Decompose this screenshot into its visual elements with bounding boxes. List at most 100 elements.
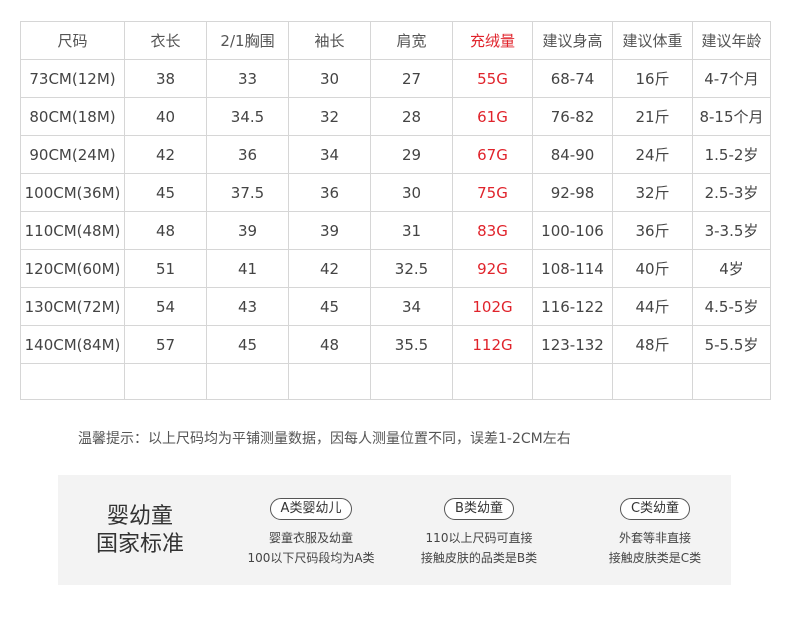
- table-cell: 38: [124, 59, 207, 98]
- table-cell: 84-90: [532, 135, 613, 174]
- table-row: 120CM(60M) 51 41 42 32.5 92G 108-114 40斤 4岁: [20, 249, 771, 288]
- standard-title-line1: 婴幼童: [106, 504, 173, 529]
- table-cell: 100CM(36M): [20, 173, 125, 212]
- national-standard-panel: 婴幼童 国家标准 A类婴幼儿 婴童衣服及幼童 100以下尺码段均为A类 B类幼童…: [58, 475, 731, 585]
- table-cell: 45: [206, 325, 289, 364]
- table-cell: 32.5: [370, 249, 453, 288]
- table-cell: 36: [288, 173, 371, 212]
- category-c-line2: 接触皮肤类是C类: [608, 551, 702, 565]
- table-cell: 55G: [452, 59, 533, 98]
- table-cell: [612, 363, 693, 400]
- table-cell: 130CM(72M): [20, 287, 125, 326]
- table-cell: [288, 363, 371, 400]
- table-cell: 100-106: [532, 211, 613, 250]
- table-cell: 51: [124, 249, 207, 288]
- table-cell: [20, 363, 125, 400]
- category-c: C类幼童 外套等非直接 接触皮肤类是C类: [560, 497, 750, 568]
- header-height: 建议身高: [532, 21, 613, 60]
- table-row-empty: [20, 363, 771, 400]
- table-cell: 29: [370, 135, 453, 174]
- table-cell: 48: [288, 325, 371, 364]
- table-cell: 73CM(12M): [20, 59, 125, 98]
- table-cell: 68-74: [532, 59, 613, 98]
- table-cell: 34: [370, 287, 453, 326]
- category-a: A类婴幼儿 婴童衣服及幼童 100以下尺码段均为A类: [216, 497, 406, 568]
- table-cell: 102G: [452, 287, 533, 326]
- table-cell: 4-7个月: [692, 59, 771, 98]
- table-row: 140CM(84M) 57 45 48 35.5 112G 123-132 48斤 5-5.5岁: [20, 325, 771, 364]
- table-cell: 8-15个月: [692, 97, 771, 136]
- table-cell: 108-114: [532, 249, 613, 288]
- table-cell: 90CM(24M): [20, 135, 125, 174]
- table-cell: 32斤: [612, 173, 693, 212]
- table-cell: 35.5: [370, 325, 453, 364]
- standard-title: 婴幼童 国家标准: [88, 503, 192, 559]
- table-cell: 76-82: [532, 97, 613, 136]
- header-age: 建议年龄: [692, 21, 771, 60]
- table-cell: 43: [206, 287, 289, 326]
- table-cell: 34: [288, 135, 371, 174]
- table-cell: [692, 363, 771, 400]
- table-cell: 112G: [452, 325, 533, 364]
- table-cell: 44斤: [612, 287, 693, 326]
- table-cell: 21斤: [612, 97, 693, 136]
- table-cell: 92-98: [532, 173, 613, 212]
- table-row: 73CM(12M) 38 33 30 27 55G 68-74 16斤 4-7个月: [20, 59, 771, 98]
- table-cell: 110CM(48M): [20, 211, 125, 250]
- standard-title-line2: 国家标准: [95, 532, 184, 557]
- table-cell: 61G: [452, 97, 533, 136]
- table-cell: 57: [124, 325, 207, 364]
- table-row: 130CM(72M) 54 43 45 34 102G 116-122 44斤 4.5-5岁: [20, 287, 771, 326]
- category-b-line2: 接触皮肤的品类是B类: [420, 551, 538, 565]
- category-c-badge: C类幼童: [619, 498, 691, 520]
- table-cell: 30: [288, 59, 371, 98]
- table-cell: 123-132: [532, 325, 613, 364]
- table-header-row: 尺码 衣长 2/1胸围 袖长 肩宽 充绒量 建议身高 建议体重 建议年龄: [20, 21, 771, 60]
- table-body: 73CM(12M) 38 33 30 27 55G 68-74 16斤 4-7个月 80CM(18…: [20, 59, 771, 400]
- table-cell: 4岁: [692, 249, 771, 288]
- measurement-tip: 温馨提示：以上尺码均为平铺测量数据，因每人测量位置不同，误差1-2CM左右: [78, 431, 571, 447]
- table-cell: [206, 363, 289, 400]
- table-row: 90CM(24M) 42 36 34 29 67G 84-90 24斤 1.5-2岁: [20, 135, 771, 174]
- table-cell: 41: [206, 249, 289, 288]
- table-cell: 80CM(18M): [20, 97, 125, 136]
- table-cell: 48: [124, 211, 207, 250]
- header-sleeve: 袖长: [288, 21, 371, 60]
- size-table: 尺码 衣长 2/1胸围 袖长 肩宽 充绒量 建议身高 建议体重 建议年龄 73C…: [20, 21, 771, 400]
- table-row: 110CM(48M) 48 39 39 31 83G 100-106 36斤 3-3.5岁: [20, 211, 771, 250]
- table-cell: 67G: [452, 135, 533, 174]
- table-cell: 45: [124, 173, 207, 212]
- category-a-description: 婴童衣服及幼童 100以下尺码段均为A类: [216, 528, 406, 568]
- category-b-description: 110以上尺码可直接 接触皮肤的品类是B类: [384, 528, 574, 568]
- table-cell: 54: [124, 287, 207, 326]
- category-c-description: 外套等非直接 接触皮肤类是C类: [560, 528, 750, 568]
- table-cell: 1.5-2岁: [692, 135, 771, 174]
- header-weight: 建议体重: [612, 21, 693, 60]
- table-cell: 4.5-5岁: [692, 287, 771, 326]
- table-cell: 140CM(84M): [20, 325, 125, 364]
- table-cell: 16斤: [612, 59, 693, 98]
- table-cell: 39: [206, 211, 289, 250]
- header-shoulder: 肩宽: [370, 21, 453, 60]
- category-a-badge: A类婴幼儿: [269, 498, 353, 520]
- table-cell: 40: [124, 97, 207, 136]
- table-cell: 37.5: [206, 173, 289, 212]
- table-cell: 116-122: [532, 287, 613, 326]
- table-cell: 120CM(60M): [20, 249, 125, 288]
- table-cell: 2.5-3岁: [692, 173, 771, 212]
- table-cell: 39: [288, 211, 371, 250]
- table-cell: 30: [370, 173, 453, 212]
- category-c-line1: 外套等非直接: [618, 531, 691, 545]
- table-cell: 45: [288, 287, 371, 326]
- table-row: 100CM(36M) 45 37.5 36 30 75G 92-98 32斤 2.5-3岁: [20, 173, 771, 212]
- category-b: B类幼童 110以上尺码可直接 接触皮肤的品类是B类: [384, 497, 574, 568]
- table-cell: 24斤: [612, 135, 693, 174]
- header-size: 尺码: [20, 21, 125, 60]
- table-cell: 5-5.5岁: [692, 325, 771, 364]
- table-cell: [452, 363, 533, 400]
- table-cell: 28: [370, 97, 453, 136]
- header-half-chest: 2/1胸围: [206, 21, 289, 60]
- table-cell: 31: [370, 211, 453, 250]
- category-b-line1: 110以上尺码可直接: [425, 531, 533, 545]
- table-cell: [532, 363, 613, 400]
